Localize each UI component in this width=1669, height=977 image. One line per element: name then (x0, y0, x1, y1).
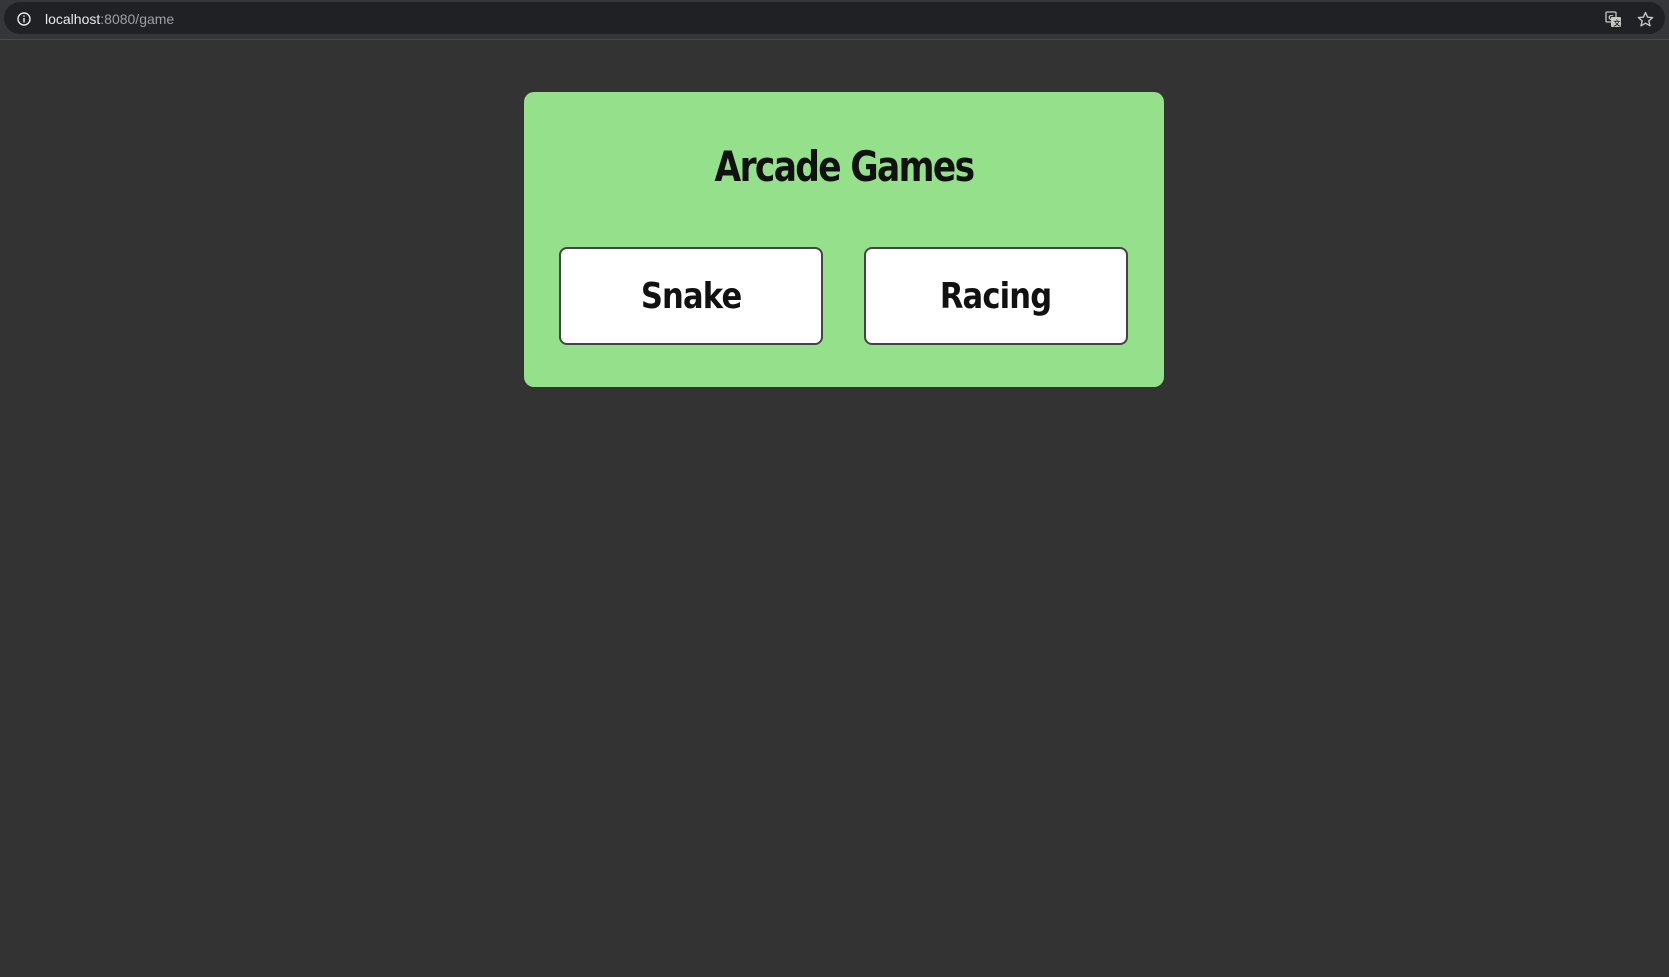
url-path: :8080/game (100, 11, 175, 27)
url-text[interactable]: localhost:8080/game (45, 11, 174, 27)
svg-text:文: 文 (1614, 19, 1622, 28)
racing-game-button[interactable]: Racing (864, 247, 1128, 345)
snake-button-label: Snake (640, 275, 742, 317)
address-bar[interactable]: localhost:8080/game G 文 (4, 2, 1665, 34)
racing-button-label: Racing (940, 275, 1052, 317)
url-host: localhost (45, 11, 101, 27)
arcade-card: Arcade Games Snake Racing (524, 92, 1164, 387)
info-icon[interactable] (17, 12, 31, 26)
browser-toolbar: localhost:8080/game G 文 (0, 0, 1669, 40)
snake-game-button[interactable]: Snake (559, 247, 823, 345)
page-title: Arcade Games (714, 142, 976, 191)
translate-icon[interactable]: G 文 (1605, 11, 1622, 28)
star-icon[interactable] (1637, 11, 1654, 28)
